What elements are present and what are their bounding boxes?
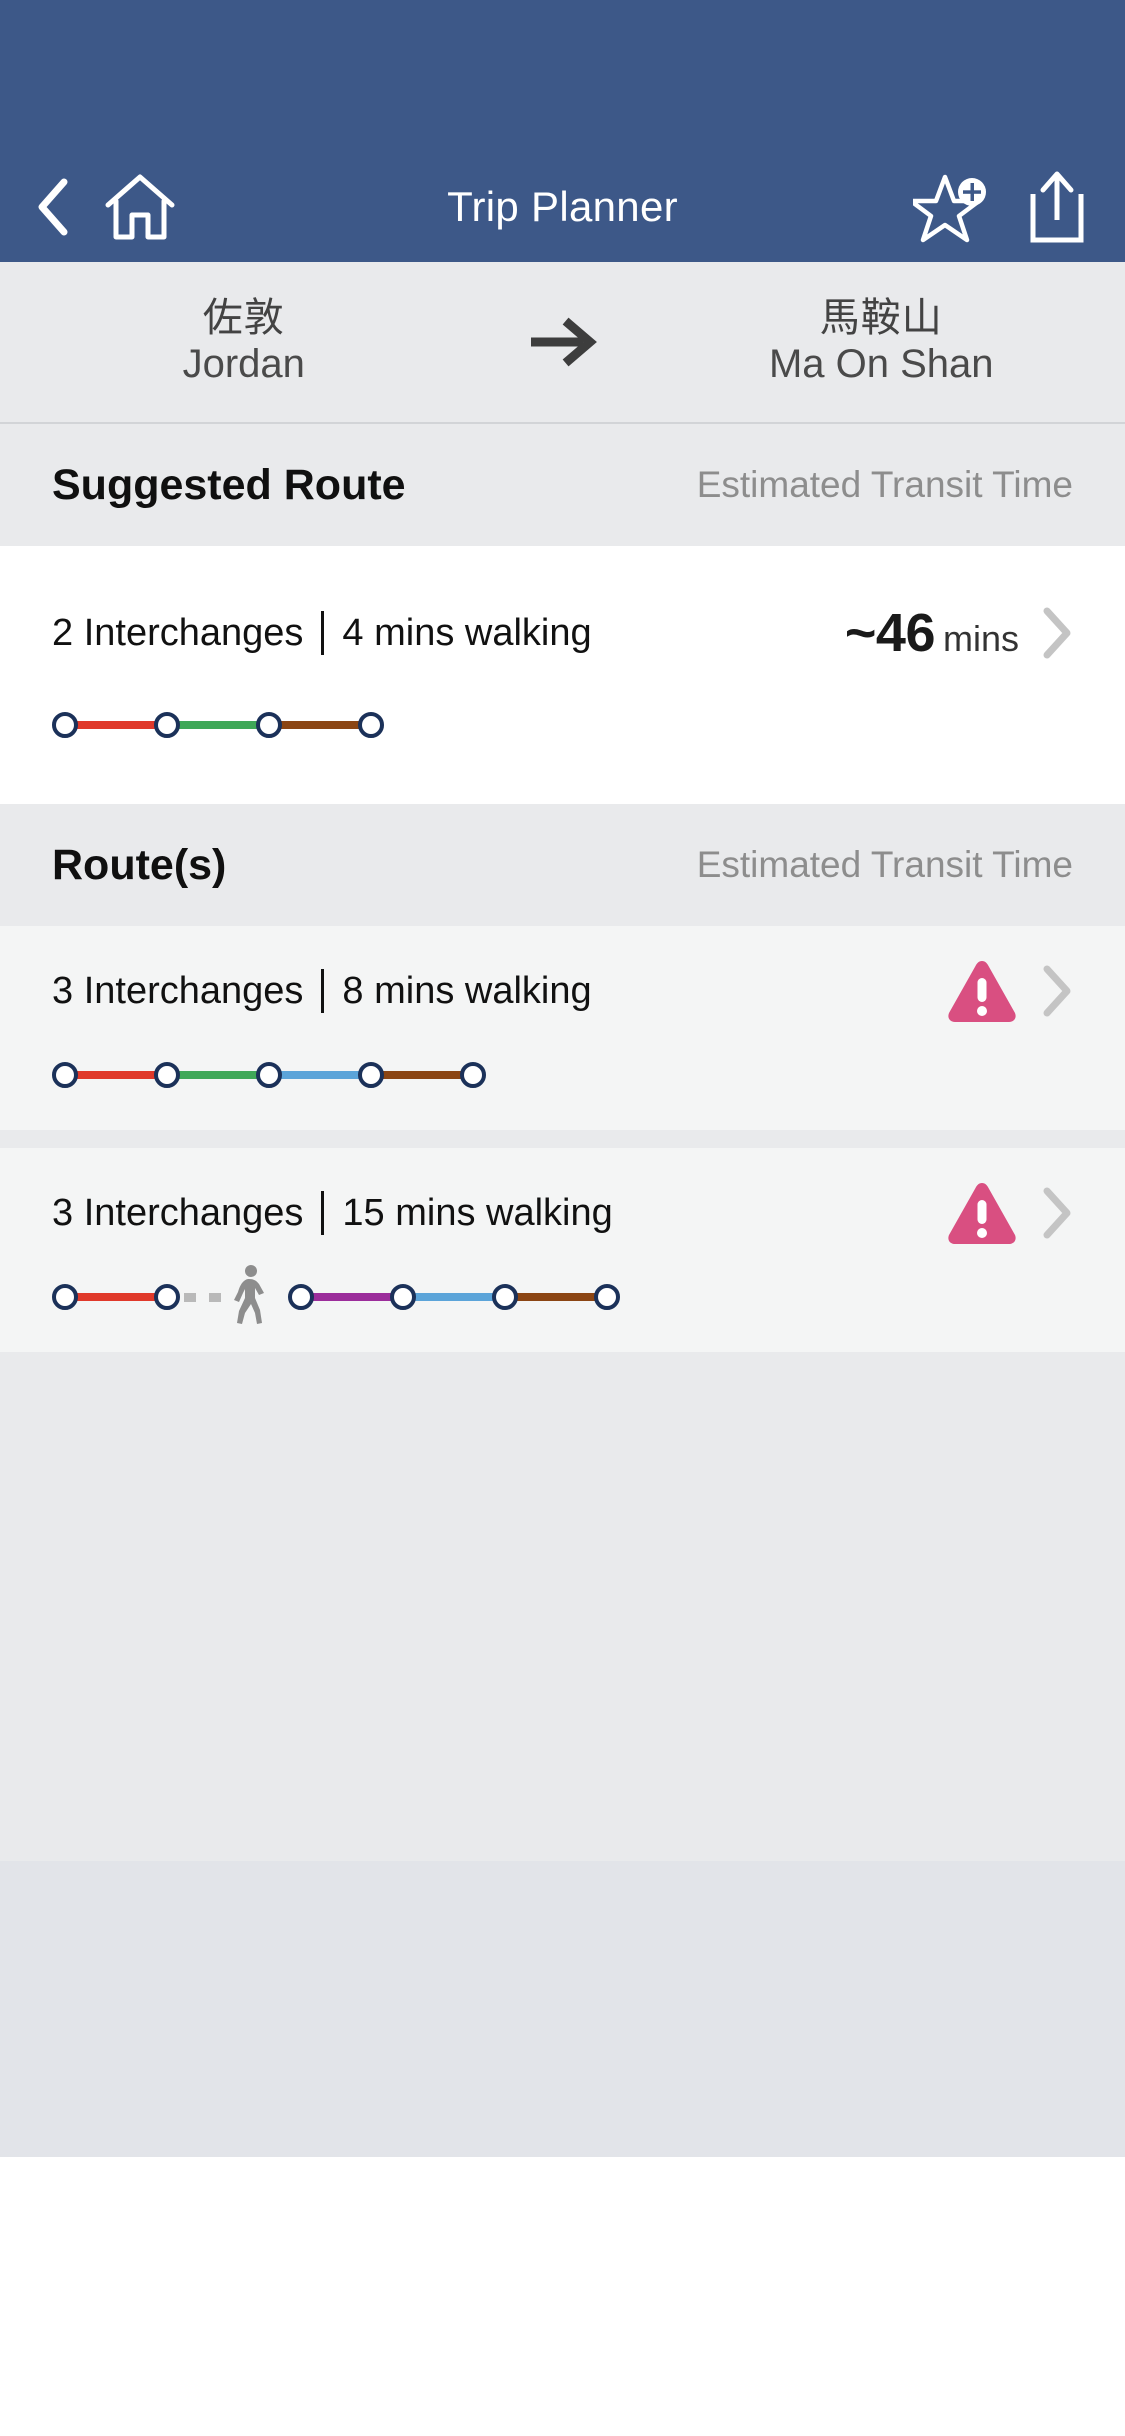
routes-subtitle: Estimated Transit Time — [696, 844, 1073, 885]
walk-dash — [184, 1292, 196, 1302]
route-walking: 15 mins walking — [342, 1191, 613, 1234]
route-line-segment — [312, 1293, 392, 1301]
share-icon[interactable] — [1023, 168, 1091, 246]
suggested-route-interchanges: 2 Interchanges — [52, 611, 304, 654]
chevron-right-icon[interactable] — [1041, 606, 1073, 660]
route-station-node — [52, 712, 78, 738]
pedestrian-icon — [234, 1265, 264, 1324]
route-station-node — [154, 1062, 180, 1088]
route-station-node — [154, 1284, 180, 1310]
route-station-node — [594, 1284, 620, 1310]
suggested-route-time-unit: mins — [942, 618, 1019, 659]
route-interchanges: 3 Interchanges — [52, 969, 304, 1012]
suggested-route-time-value: ~46 — [844, 603, 936, 663]
suggested-route-section-header: Suggested Route Estimated Transit Time — [0, 424, 1125, 546]
route-line-segment — [280, 1071, 360, 1079]
destination-name-en: Ma On Shan — [768, 341, 994, 386]
destination-station[interactable]: 馬鞍山 Ma On Shan — [638, 296, 1125, 388]
route-station-node — [460, 1062, 486, 1088]
text-divider — [321, 611, 325, 655]
origin-name-en: Jordan — [182, 341, 305, 386]
route-line-segment — [76, 1293, 156, 1301]
suggested-route-line-diagram — [52, 702, 1073, 748]
text-divider — [321, 969, 325, 1013]
route-line-segment — [414, 1293, 494, 1301]
route-line-segment — [76, 1071, 156, 1079]
route-description: 3 Interchanges 15 mins walking — [52, 1191, 613, 1235]
suggested-route-subtitle: Estimated Transit Time — [696, 464, 1073, 505]
route-station-node — [358, 712, 384, 738]
chevron-right-icon[interactable] — [1041, 1186, 1073, 1240]
suggested-route-item[interactable]: 2 Interchanges 4 mins walking ~46 mins — [0, 546, 1125, 804]
suggested-route-walking: 4 mins walking — [342, 611, 592, 654]
route-line-segment — [76, 721, 156, 729]
app-header: Trip Planner — [0, 0, 1125, 262]
suggested-route-transit-time: ~46 mins — [845, 602, 1019, 664]
chevron-right-icon[interactable] — [1041, 964, 1073, 1018]
destination-name-zh: 馬鞍山 — [819, 295, 943, 341]
text-divider — [321, 1191, 325, 1235]
route-list-item[interactable]: 3 Interchanges 8 mins walking — [0, 926, 1125, 1130]
route-line-segment — [178, 721, 258, 729]
origin-destination-bar[interactable]: 佐敦 Jordan 馬鞍山 Ma On Shan — [0, 262, 1125, 424]
route-station-node — [154, 712, 180, 738]
route-line-diagram — [52, 1052, 1073, 1098]
routes-section-header: Route(s) Estimated Transit Time — [0, 804, 1125, 926]
route-description: 3 Interchanges 8 mins walking — [52, 969, 592, 1013]
origin-station[interactable]: 佐敦 Jordan — [0, 296, 488, 388]
trip-planner-screen: Trip Planner 佐敦 Jordan 馬鞍山 Ma On Shan Su… — [0, 0, 1125, 2436]
route-walking: 8 mins walking — [342, 969, 592, 1012]
bottom-panel — [0, 1861, 1125, 2157]
route-station-node — [256, 1062, 282, 1088]
arrow-right-icon — [488, 315, 638, 369]
home-indicator-area — [0, 2157, 1125, 2436]
route-list-item[interactable]: 3 Interchanges 15 mins walking — [0, 1148, 1125, 1352]
route-station-node — [256, 712, 282, 738]
chevron-left-icon[interactable] — [34, 176, 74, 238]
route-walk-segment — [184, 1265, 284, 1324]
list-separator — [0, 1130, 1125, 1148]
walk-dash — [209, 1292, 221, 1302]
route-station-node — [358, 1062, 384, 1088]
route-line-segment — [516, 1293, 596, 1301]
route-line-segment — [178, 1071, 258, 1079]
suggested-route-title: Suggested Route — [52, 460, 406, 509]
home-icon[interactable] — [104, 173, 176, 241]
suggested-route-description: 2 Interchanges 4 mins walking — [52, 611, 592, 655]
route-station-node — [52, 1062, 78, 1088]
star-plus-icon[interactable] — [913, 171, 993, 243]
route-station-node — [390, 1284, 416, 1310]
route-line-diagram — [52, 1265, 1073, 1324]
route-interchanges: 3 Interchanges — [52, 1191, 304, 1234]
route-station-node — [288, 1284, 314, 1310]
warning-triangle-icon[interactable] — [945, 958, 1019, 1024]
origin-name-zh: 佐敦 — [202, 295, 285, 341]
route-station-node — [492, 1284, 518, 1310]
empty-area — [0, 1352, 1125, 1861]
route-line-segment — [280, 721, 360, 729]
routes-title: Route(s) — [52, 840, 227, 889]
route-station-node — [52, 1284, 78, 1310]
warning-triangle-icon[interactable] — [945, 1180, 1019, 1246]
route-line-segment — [382, 1071, 462, 1079]
